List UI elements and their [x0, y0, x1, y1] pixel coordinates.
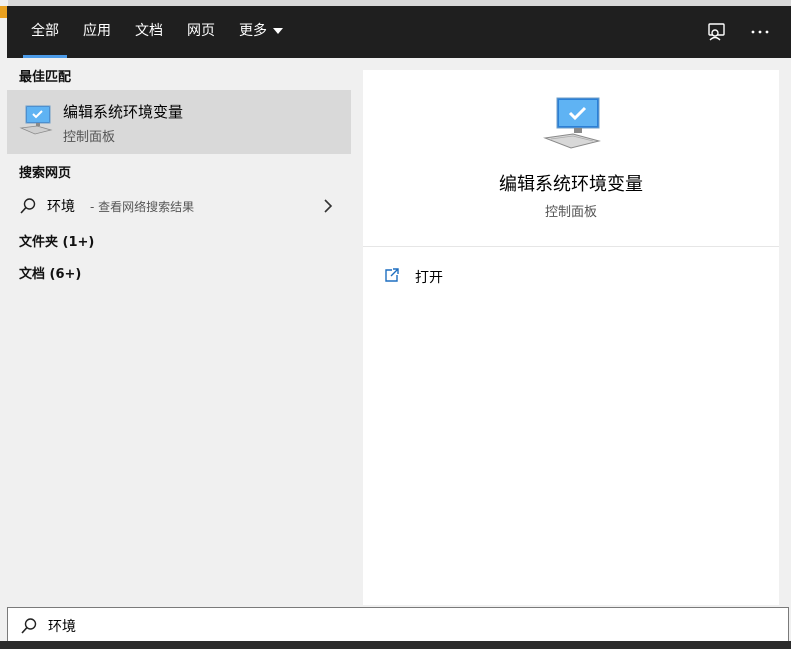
- web-search-hint: - 查看网络搜索结果: [90, 200, 195, 214]
- search-input-value: 环境: [48, 619, 76, 635]
- section-folders[interactable]: 文件夹 (1+): [19, 231, 94, 250]
- open-icon: [383, 266, 401, 288]
- search-icon: [19, 197, 37, 219]
- section-search-web: 搜索网页: [19, 166, 72, 181]
- computer-monitor-icon: [19, 104, 53, 140]
- preview-pane: 编辑系统环境变量 控制面板 打开: [363, 70, 779, 605]
- start-search-panel: 全部 应用 文档 网页 更多 最佳匹配 编辑系统环境变量 控制面板 搜索网页 环…: [7, 6, 791, 649]
- best-match-title: 编辑系统环境变量: [63, 103, 184, 121]
- preview-subtitle: 控制面板: [544, 205, 597, 220]
- best-match-subtitle: 控制面板: [63, 130, 116, 145]
- tab-web[interactable]: 网页: [183, 6, 219, 58]
- open-action[interactable]: 打开: [383, 264, 583, 288]
- more-options-icon[interactable]: [747, 19, 773, 45]
- chevron-right-icon[interactable]: [323, 197, 333, 215]
- computer-monitor-icon: [543, 96, 601, 156]
- tab-more[interactable]: 更多: [235, 6, 287, 58]
- preview-divider: [363, 246, 779, 247]
- tab-all[interactable]: 全部: [23, 6, 67, 58]
- filter-tab-bar: 全部 应用 文档 网页 更多: [7, 6, 791, 58]
- best-match-item[interactable]: 编辑系统环境变量 控制面板: [7, 90, 351, 154]
- tab-apps[interactable]: 应用: [79, 6, 115, 58]
- section-best-match: 最佳匹配: [19, 70, 72, 85]
- preview-title: 编辑系统环境变量: [499, 174, 643, 195]
- open-action-label: 打开: [415, 270, 443, 286]
- tab-documents[interactable]: 文档: [131, 6, 167, 58]
- taskbar-edge: [0, 641, 791, 649]
- web-search-result[interactable]: 环境 - 查看网络搜索结果: [7, 190, 351, 222]
- chevron-down-icon: [273, 28, 283, 34]
- section-documents[interactable]: 文档 (6+): [19, 263, 81, 282]
- results-list: 最佳匹配 编辑系统环境变量 控制面板 搜索网页 环境 - 查看网络搜索结果 文件…: [7, 58, 351, 607]
- web-search-query: 环境: [47, 199, 75, 215]
- search-icon: [20, 617, 38, 639]
- feedback-icon[interactable]: [704, 19, 730, 45]
- search-input[interactable]: 环境: [7, 607, 789, 645]
